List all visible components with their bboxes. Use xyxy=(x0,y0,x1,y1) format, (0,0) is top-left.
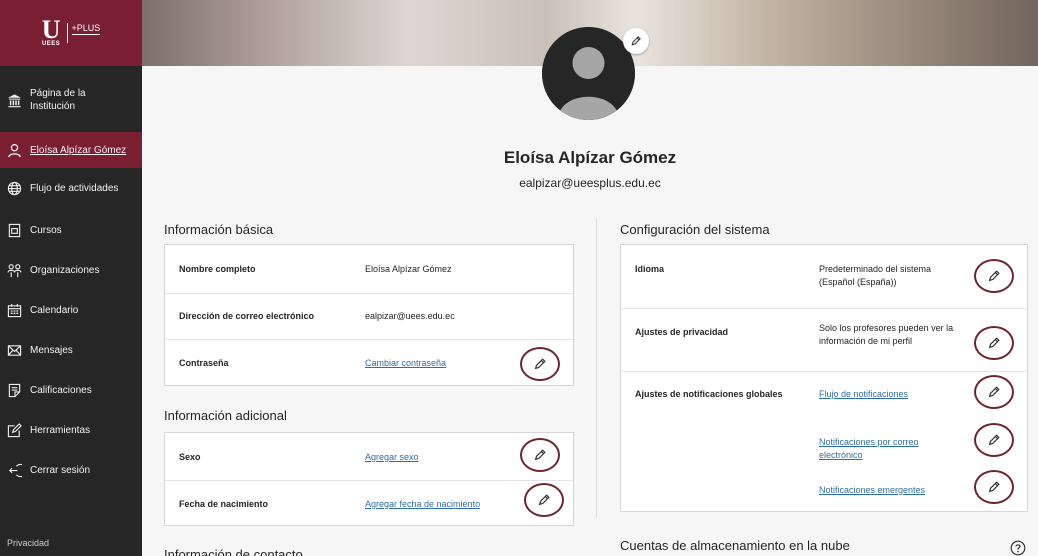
sidebar-item-label: Calificaciones xyxy=(30,384,92,396)
pencil-icon xyxy=(988,337,1000,349)
column-divider xyxy=(596,218,597,518)
edit-popup-notifications-button[interactable] xyxy=(974,470,1014,504)
table-row: Idioma Predeterminado del sistema (Españ… xyxy=(621,245,1027,308)
pencil-icon xyxy=(988,386,1000,398)
table-row: Nombre completo Eloísa Alpízar Gómez xyxy=(165,245,573,293)
row-value: Solo los profesores pueden ver la inform… xyxy=(819,323,954,346)
pencil-icon xyxy=(538,494,550,506)
courses-icon xyxy=(6,222,22,238)
email-notifications-link[interactable]: Notificaciones por correo electrónico xyxy=(819,436,939,462)
row-label: Ajustes de privacidad xyxy=(635,327,729,337)
help-icon[interactable] xyxy=(1010,540,1026,556)
sidebar-item-label: Eloísa Alpízar Gómez xyxy=(30,144,127,156)
activity-notifications-link[interactable]: Flujo de notificaciones xyxy=(819,388,908,401)
additional-info-card: Sexo Agregar sexo Fecha de nacimiento Ag… xyxy=(164,432,574,526)
sidebar-item-label: Herramientas xyxy=(30,424,91,436)
sidebar-item-courses[interactable]: Cursos xyxy=(0,218,142,242)
user-icon xyxy=(6,142,22,158)
edit-email-notifications-button[interactable] xyxy=(974,423,1014,457)
edit-password-button[interactable] xyxy=(520,347,560,381)
row-label: Nombre completo xyxy=(179,264,256,274)
table-row: Ajustes de notificaciones globales Flujo… xyxy=(621,371,1027,512)
cloud-storage-title: Cuentas de almacenamiento en la nube xyxy=(620,538,850,553)
table-row: Sexo Agregar sexo xyxy=(165,433,573,480)
sidebar-item-label: Flujo de actividades xyxy=(30,182,119,194)
sidebar-item-profile[interactable]: Eloísa Alpízar Gómez xyxy=(0,132,142,168)
sidebar-item-tools[interactable]: Herramientas xyxy=(0,418,142,442)
edit-activity-notifications-button[interactable] xyxy=(974,375,1014,409)
change-password-link[interactable]: Cambiar contraseña xyxy=(365,357,446,370)
basic-info-card: Nombre completo Eloísa Alpízar Gómez Dir… xyxy=(164,244,574,386)
pencil-icon xyxy=(631,36,641,46)
profile-name: Eloísa Alpízar Gómez xyxy=(503,148,677,167)
table-row: Fecha de nacimiento Agregar fecha de nac… xyxy=(165,480,573,526)
add-birthdate-link[interactable]: Agregar fecha de nacimiento xyxy=(365,498,480,511)
institution-icon xyxy=(6,92,22,108)
logo-letter: U xyxy=(41,14,61,44)
edit-birthdate-button[interactable] xyxy=(524,483,564,517)
sidebar-item-label: Calendario xyxy=(30,304,79,316)
privacy-link[interactable]: Privacidad xyxy=(7,538,49,548)
sidebar-item-calendar[interactable]: Calendario xyxy=(0,298,142,322)
organizations-icon xyxy=(6,262,22,278)
logo[interactable]: U UEES +PLUS xyxy=(0,0,142,66)
additional-info-title: Información adicional xyxy=(164,408,287,423)
avatar xyxy=(542,27,635,120)
tools-icon xyxy=(6,422,22,438)
system-config-title: Configuración del sistema xyxy=(620,222,770,237)
contact-info-title: Información de contacto xyxy=(164,547,303,556)
row-label: Contraseña xyxy=(179,358,229,368)
avatar-edit-button[interactable] xyxy=(623,28,649,54)
sidebar-item-institution[interactable]: Página de la Institución xyxy=(0,80,142,120)
sidebar-item-logout[interactable]: Cerrar sesión xyxy=(0,458,142,482)
row-value: Predeterminado del sistema (Español (Esp… xyxy=(819,264,932,287)
sidebar-item-organizations[interactable]: Organizaciones xyxy=(0,258,142,282)
pencil-icon xyxy=(988,481,1000,493)
logo-sub: UEES xyxy=(41,40,61,47)
row-label: Dirección de correo electrónico xyxy=(179,311,315,321)
pencil-icon xyxy=(534,449,546,461)
sidebar-item-label: Cursos xyxy=(30,224,62,236)
basic-info-title: Información básica xyxy=(164,222,274,237)
row-value: Eloísa Alpízar Gómez xyxy=(365,264,452,274)
edit-sex-button[interactable] xyxy=(520,438,560,472)
add-sex-link[interactable]: Agregar sexo xyxy=(365,451,419,464)
pencil-icon xyxy=(988,270,1000,282)
sidebar-item-label: Cerrar sesión xyxy=(30,464,91,476)
table-row: Ajustes de privacidad Solo los profesore… xyxy=(621,308,1027,371)
profile-email: ealpizar@ueesplus.edu.ec xyxy=(519,176,661,190)
pencil-icon xyxy=(534,358,546,370)
logout-icon xyxy=(6,462,22,478)
popup-notifications-link[interactable]: Notificaciones emergentes xyxy=(819,484,925,497)
row-value: ealpizar@uees.edu.ec xyxy=(365,311,455,321)
edit-language-button[interactable] xyxy=(974,259,1014,293)
pencil-icon xyxy=(988,434,1000,446)
sidebar-item-label: Organizaciones xyxy=(30,264,100,276)
edit-privacy-button[interactable] xyxy=(974,326,1014,360)
row-label: Sexo xyxy=(179,452,201,462)
sidebar-item-grades[interactable]: Calificaciones xyxy=(0,378,142,402)
grades-icon xyxy=(6,382,22,398)
row-label: Fecha de nacimiento xyxy=(179,499,269,509)
calendar-icon xyxy=(6,302,22,318)
logo-plus-text: +PLUS xyxy=(71,23,101,35)
sidebar-item-label: Mensajes xyxy=(30,344,73,356)
sidebar: U UEES +PLUS Página de la Institución Elo… xyxy=(0,0,142,556)
system-config-card: Idioma Predeterminado del sistema (Españ… xyxy=(620,244,1028,512)
envelope-icon xyxy=(6,342,22,358)
row-label: Idioma xyxy=(635,264,665,274)
sidebar-item-activity[interactable]: Flujo de actividades xyxy=(0,176,142,200)
table-row: Contraseña Cambiar contraseña xyxy=(165,339,573,386)
sidebar-item-label: Página de la Institución xyxy=(30,88,86,112)
sidebar-item-messages[interactable]: Mensajes xyxy=(0,338,142,362)
row-label: Ajustes de notificaciones globales xyxy=(635,389,783,399)
globe-icon xyxy=(6,180,22,196)
table-row: Dirección de correo electrónico ealpizar… xyxy=(165,293,573,339)
